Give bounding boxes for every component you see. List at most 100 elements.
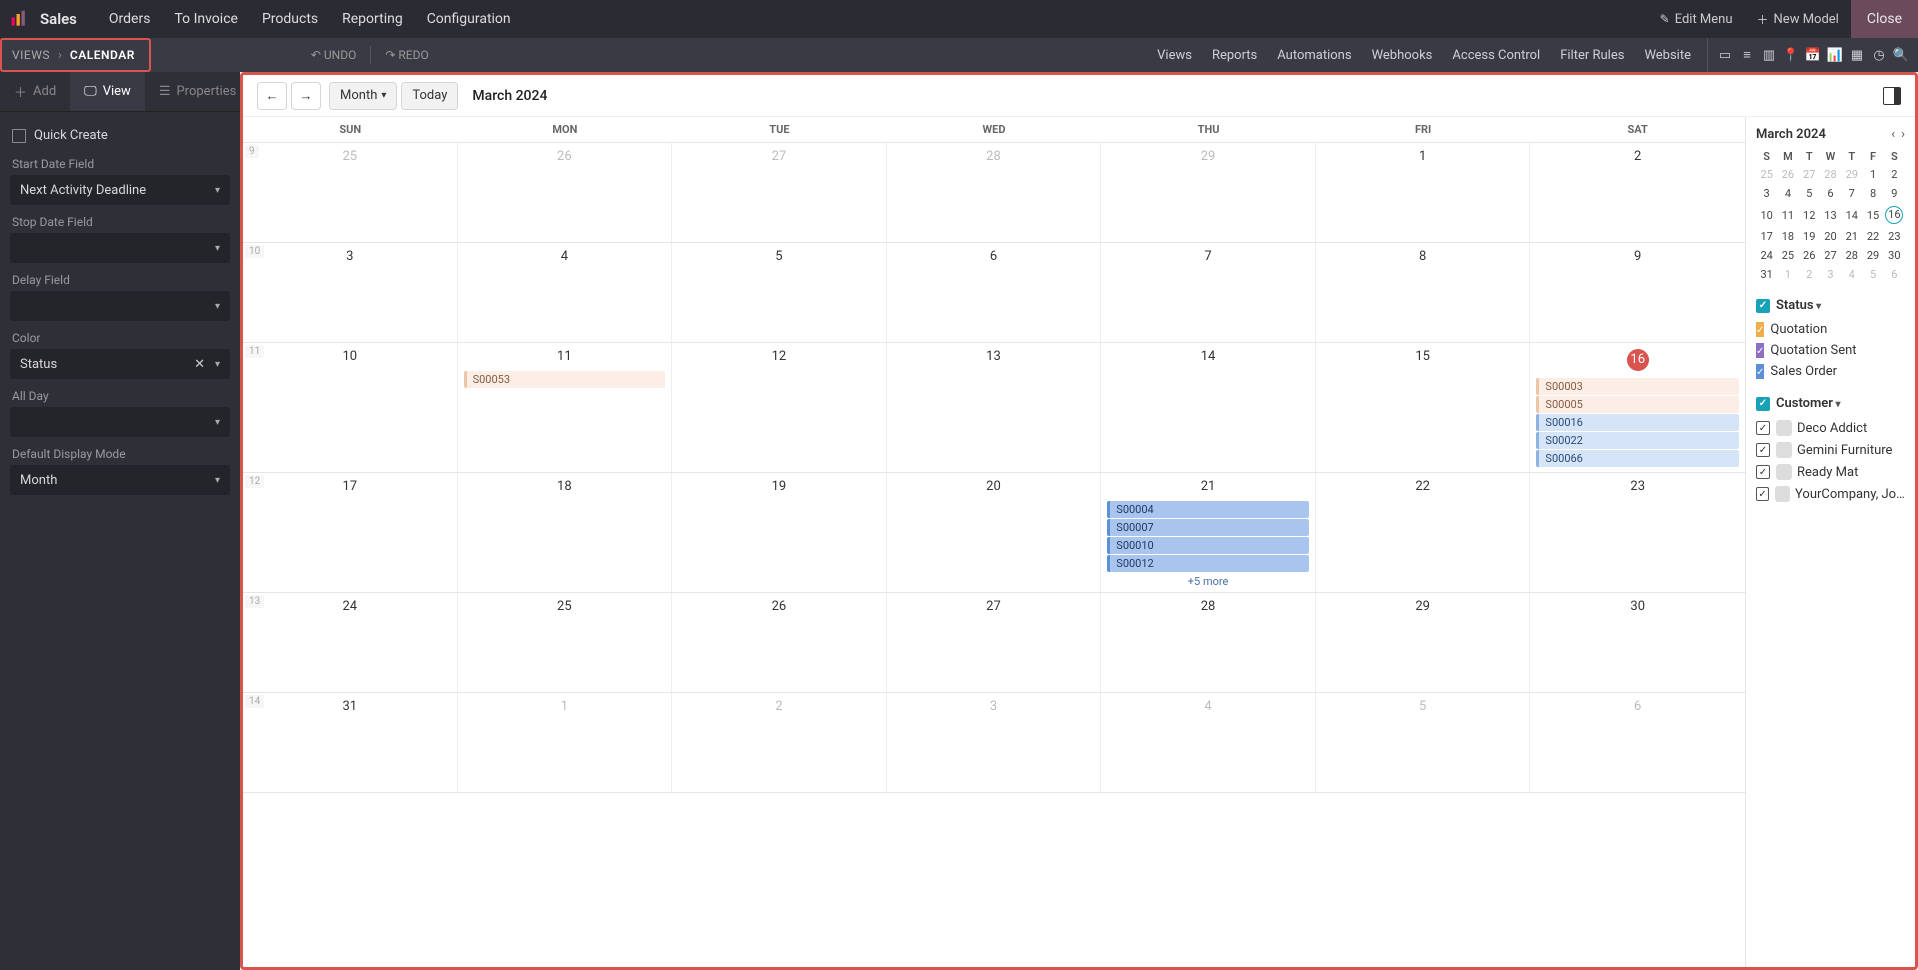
day-cell[interactable]: 31 <box>243 693 458 792</box>
calendar-event[interactable]: S00010 <box>1107 537 1309 554</box>
day-cell[interactable]: 4 <box>1101 693 1316 792</box>
day-cell[interactable]: 12 <box>672 343 887 472</box>
mini-day[interactable]: 23 <box>1884 227 1905 246</box>
today-button[interactable]: Today <box>401 82 458 110</box>
kanban-view-icon[interactable]: ▥ <box>1758 38 1780 72</box>
stop-date-select[interactable]: ▾ <box>10 233 230 263</box>
mini-day[interactable]: 2 <box>1799 265 1820 284</box>
mini-day[interactable]: 22 <box>1862 227 1883 246</box>
new-model-button[interactable]: ＋New Model <box>1745 0 1851 38</box>
mini-day[interactable]: 15 <box>1862 203 1883 227</box>
day-cell[interactable]: 23 <box>1530 473 1745 592</box>
calendar-event[interactable]: S00005 <box>1536 396 1739 413</box>
search-view-icon[interactable]: 🔍 <box>1890 38 1912 72</box>
day-cell[interactable]: 22 <box>1316 473 1531 592</box>
side-panel-toggle[interactable] <box>1883 87 1901 105</box>
day-cell[interactable]: 6 <box>887 243 1102 342</box>
tab-add[interactable]: ＋Add <box>0 72 70 111</box>
calendar-event[interactable]: S00053 <box>464 371 666 388</box>
close-button[interactable]: Close <box>1851 0 1918 38</box>
form-view-icon[interactable]: ▭ <box>1714 38 1736 72</box>
mini-day[interactable]: 16 <box>1884 203 1905 227</box>
mini-day[interactable]: 24 <box>1756 246 1777 265</box>
mini-day[interactable]: 8 <box>1862 184 1883 203</box>
day-cell[interactable]: 27 <box>887 593 1102 692</box>
calendar-event[interactable]: S00066 <box>1536 450 1739 467</box>
mini-day[interactable]: 13 <box>1820 203 1841 227</box>
mini-day[interactable]: 6 <box>1884 265 1905 284</box>
mini-day[interactable]: 14 <box>1841 203 1862 227</box>
mini-day[interactable]: 20 <box>1820 227 1841 246</box>
mini-day[interactable]: 5 <box>1862 265 1883 284</box>
day-cell[interactable]: 18 <box>458 473 673 592</box>
calendar-event[interactable]: S00004 <box>1107 501 1309 518</box>
redo-button[interactable]: ↷ REDO <box>375 48 438 62</box>
calendar-event[interactable]: S00012 <box>1107 555 1309 572</box>
day-cell[interactable]: 16S00003S00005S00016S00022S00066 <box>1530 343 1745 472</box>
mini-day[interactable]: 10 <box>1756 203 1777 227</box>
status-filter-item[interactable]: ✓Sales Order <box>1756 361 1905 382</box>
more-events-link[interactable]: +5 more <box>1107 573 1309 588</box>
status-filter-header[interactable]: ✓ Status <box>1756 298 1905 313</box>
day-cell[interactable]: 25 <box>458 593 673 692</box>
default-mode-select[interactable]: Month▾ <box>10 465 230 495</box>
calendar-event[interactable]: S00022 <box>1536 432 1739 449</box>
mini-day[interactable]: 31 <box>1756 265 1777 284</box>
allday-select[interactable]: ▾ <box>10 407 230 437</box>
calendar-event[interactable]: S00003 <box>1536 378 1739 395</box>
mini-day[interactable]: 26 <box>1777 165 1798 184</box>
list-view-icon[interactable]: ≡ <box>1736 38 1758 72</box>
mini-day[interactable]: 29 <box>1862 246 1883 265</box>
tab-view[interactable]: 🖵View <box>70 72 145 111</box>
day-cell[interactable]: 2 <box>672 693 887 792</box>
day-cell[interactable]: 26 <box>458 143 673 242</box>
mini-day[interactable]: 2 <box>1884 165 1905 184</box>
day-cell[interactable]: 5 <box>1316 693 1531 792</box>
scale-select[interactable]: Month▾ <box>329 82 397 110</box>
menu-orders[interactable]: Orders <box>97 11 163 27</box>
mini-day[interactable]: 28 <box>1820 165 1841 184</box>
pivot-view-icon[interactable]: ▦ <box>1846 38 1868 72</box>
day-cell[interactable]: 27 <box>672 143 887 242</box>
day-cell[interactable]: 30 <box>1530 593 1745 692</box>
customer-filter-item[interactable]: YourCompany, Joe... <box>1756 483 1905 505</box>
customer-filter-item[interactable]: Deco Addict <box>1756 417 1905 439</box>
day-cell[interactable]: 13 <box>887 343 1102 472</box>
edit-menu-button[interactable]: ✎Edit Menu <box>1648 0 1745 38</box>
mini-day[interactable]: 7 <box>1841 184 1862 203</box>
customer-filter-item[interactable]: Gemini Furniture <box>1756 439 1905 461</box>
delay-select[interactable]: ▾ <box>10 291 230 321</box>
navlink-reports[interactable]: Reports <box>1202 48 1267 63</box>
day-cell[interactable]: 25 <box>243 143 458 242</box>
start-date-select[interactable]: Next Activity Deadline▾ <box>10 175 230 205</box>
day-cell[interactable]: 26 <box>672 593 887 692</box>
activity-view-icon[interactable]: ◷ <box>1868 38 1890 72</box>
day-cell[interactable]: 1 <box>458 693 673 792</box>
tab-properties[interactable]: ☰Properties <box>145 72 250 111</box>
clear-icon[interactable]: ✕ <box>194 357 205 372</box>
day-cell[interactable]: 2 <box>1530 143 1745 242</box>
customer-filter-item[interactable]: Ready Mat <box>1756 461 1905 483</box>
day-cell[interactable]: 4 <box>458 243 673 342</box>
mini-day[interactable]: 28 <box>1841 246 1862 265</box>
day-cell[interactable]: 15 <box>1316 343 1531 472</box>
navlink-filter-rules[interactable]: Filter Rules <box>1550 48 1634 63</box>
day-cell[interactable]: 17 <box>243 473 458 592</box>
day-cell[interactable]: 1 <box>1316 143 1531 242</box>
day-cell[interactable]: 19 <box>672 473 887 592</box>
mini-day[interactable]: 18 <box>1777 227 1798 246</box>
map-view-icon[interactable]: 📍 <box>1780 38 1802 72</box>
next-button[interactable]: → <box>291 82 321 110</box>
customer-filter-header[interactable]: ✓ Customer <box>1756 396 1905 411</box>
day-cell[interactable]: 21S00004S00007S00010S00012+5 more <box>1101 473 1316 592</box>
menu-products[interactable]: Products <box>250 11 330 27</box>
calendar-view-icon[interactable]: 📅 <box>1802 38 1824 72</box>
mini-day[interactable]: 11 <box>1777 203 1798 227</box>
day-cell[interactable]: 8 <box>1316 243 1531 342</box>
mini-day[interactable]: 27 <box>1820 246 1841 265</box>
mini-day[interactable]: 25 <box>1777 246 1798 265</box>
day-cell[interactable]: 5 <box>672 243 887 342</box>
day-cell[interactable]: 3 <box>887 693 1102 792</box>
mini-next-button[interactable]: › <box>1901 127 1905 142</box>
menu-configuration[interactable]: Configuration <box>415 11 523 27</box>
